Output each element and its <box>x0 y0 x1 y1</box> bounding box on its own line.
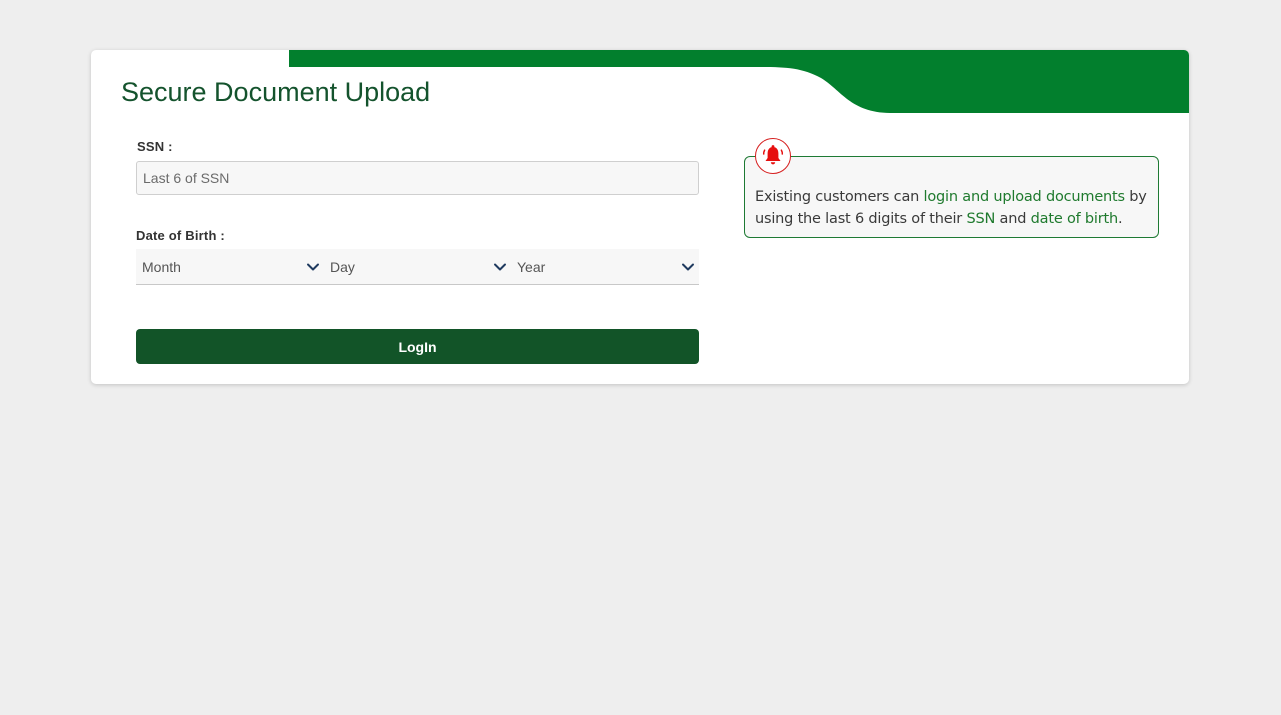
page-title: Secure Document Upload <box>121 77 431 107</box>
notice-text-3: and <box>995 211 1031 227</box>
notice-link-ssn: SSN <box>966 211 996 227</box>
notice-link-dob: date of birth <box>1030 211 1119 227</box>
chevron-down-icon <box>494 263 506 271</box>
day-select-value: Day <box>330 258 355 275</box>
bell-icon <box>762 145 784 165</box>
login-card: Secure Document Upload SSN : Date of Bir… <box>91 50 1189 384</box>
dob-label: Date of Birth : <box>136 228 225 243</box>
notice-link-login-upload: login and upload documents <box>923 189 1126 205</box>
info-notice: Existing customers can login and upload … <box>744 156 1159 238</box>
notice-icon-badge <box>755 138 791 174</box>
dob-select-group: Month Day Year <box>136 249 699 285</box>
day-select[interactable]: Day <box>324 249 511 284</box>
ssn-label: SSN : <box>137 139 173 154</box>
month-select-value: Month <box>142 258 181 275</box>
chevron-down-icon <box>682 263 694 271</box>
ssn-input[interactable] <box>136 161 699 195</box>
month-select[interactable]: Month <box>136 249 324 284</box>
notice-text-1: Existing customers can <box>755 189 924 205</box>
notice-text-4: . <box>1118 211 1123 227</box>
chevron-down-icon <box>307 263 319 271</box>
login-button[interactable]: LogIn <box>136 329 699 364</box>
year-select-value: Year <box>517 258 546 275</box>
year-select[interactable]: Year <box>511 249 699 284</box>
